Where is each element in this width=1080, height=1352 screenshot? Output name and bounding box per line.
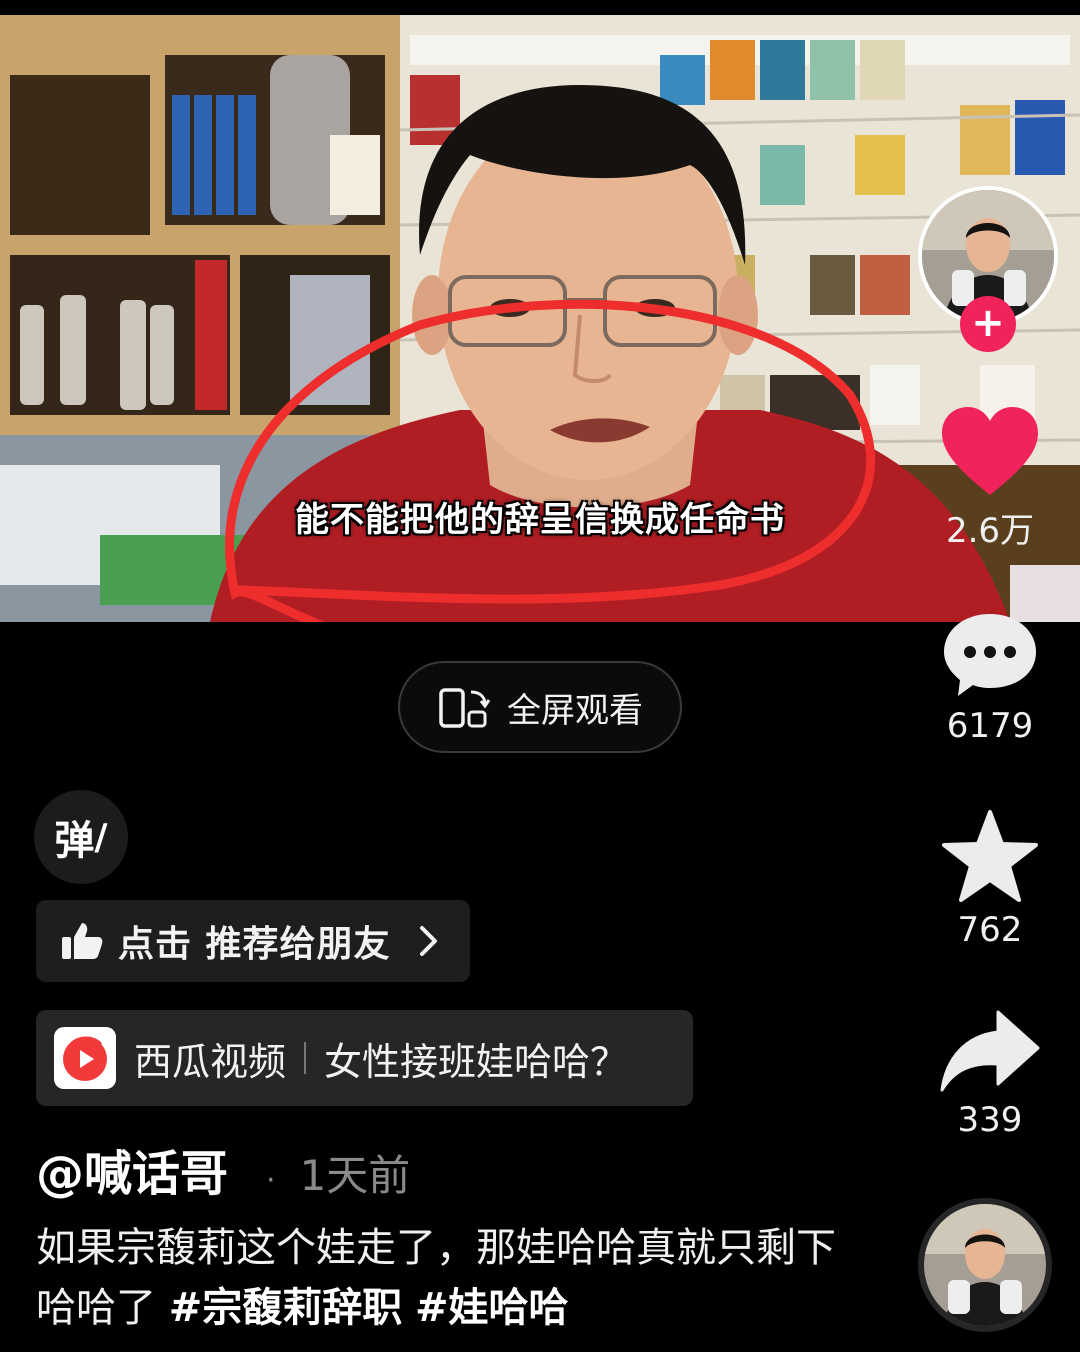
fullscreen-label: 全屏观看 [507,690,643,731]
music-disc[interactable] [918,1198,1052,1332]
divider [304,1042,307,1074]
danmaku-toggle-button[interactable]: 弹 / [34,790,128,884]
share-count: 339 [957,1100,1023,1140]
like-count: 2.6万 [945,511,1035,551]
like-button[interactable]: 2.6万 [930,405,1050,552]
follow-button[interactable]: + [960,296,1016,352]
hashtag[interactable]: #宗馥莉辞职 [169,1285,403,1331]
danmaku-label: 弹 [54,818,95,864]
danmaku-slash-icon: / [94,816,108,858]
share-arrow-icon [940,1010,1040,1092]
comment-count: 6179 [946,706,1034,746]
thumbs-up-icon [62,923,103,959]
favorite-button[interactable]: 762 [930,808,1050,950]
author-name[interactable]: @喊话哥 [36,1134,228,1204]
video-subtitle: 能不能把他的辞呈信换成任命书 [295,500,785,540]
music-disc-image [924,1204,1046,1326]
star-icon [942,810,1038,902]
video-description: 如果宗馥莉这个娃走了，那娃哈哈真就只剩下哈哈了 #宗馥莉辞职 #娃哈哈 [36,1218,856,1338]
video-player[interactable]: 能不能把他的辞呈信换成任命书 [0,15,1080,622]
xigua-video-link[interactable]: 西瓜视频 女性接班娃哈哈？ [36,1010,693,1106]
chevron-right-icon [419,926,437,956]
xigua-logo-icon [54,1027,116,1089]
fullscreen-button[interactable]: 全屏观看 [398,661,682,753]
comment-icon [944,614,1036,696]
xigua-topic: 女性接班娃哈哈？ [324,1039,629,1084]
post-time: 1天前 [299,1151,411,1200]
favorite-count: 762 [957,910,1023,950]
fullscreen-rotate-icon [439,688,491,728]
xigua-app-name: 西瓜视频 [134,1039,287,1084]
separator-dot: · [266,1163,276,1198]
share-button[interactable]: 339 [930,1008,1050,1140]
recommend-label: 点击 推荐给朋友 [118,924,391,965]
hashtag[interactable]: #娃哈哈 [415,1285,569,1331]
comment-button[interactable]: 6179 [930,610,1050,746]
heart-icon [942,407,1038,495]
author-row: @喊话哥 · 1天前 [36,1134,410,1204]
recommend-to-friend-button[interactable]: 点击 推荐给朋友 [36,900,470,982]
